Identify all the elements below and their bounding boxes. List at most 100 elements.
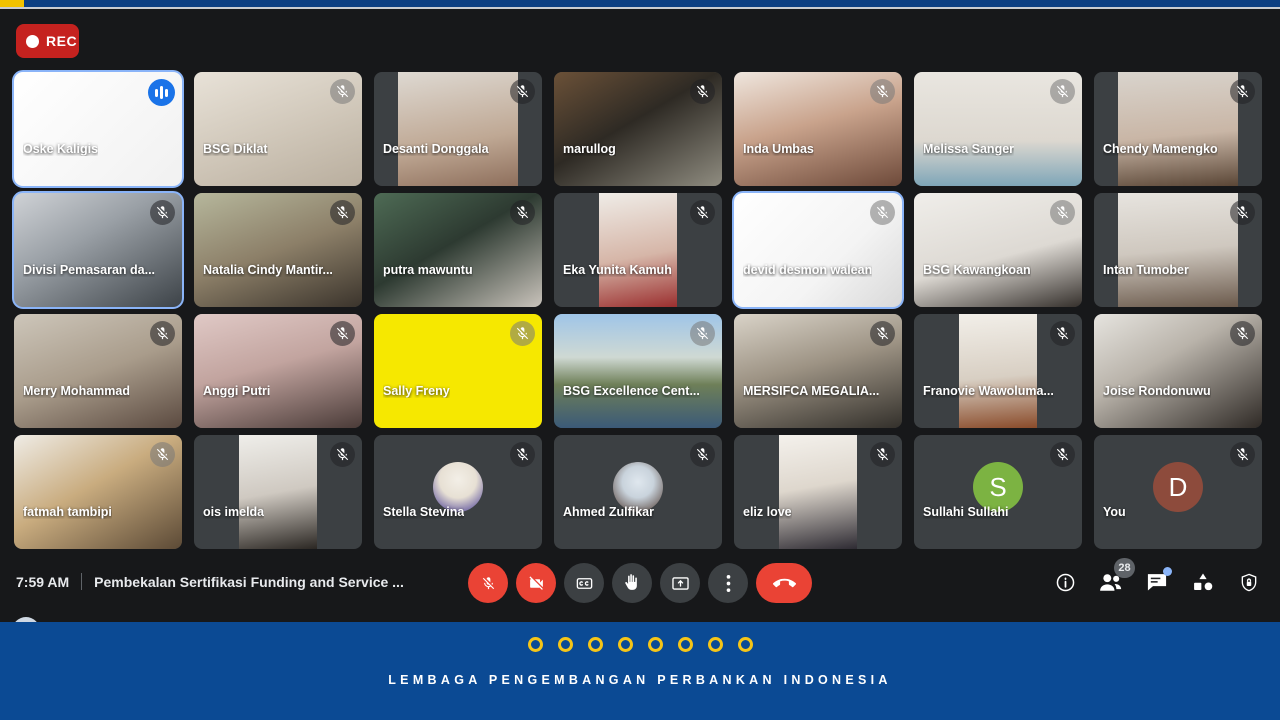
participant-tile[interactable]: putra mawuntu: [374, 193, 542, 307]
participant-tile[interactable]: Intan Tumober: [1094, 193, 1262, 307]
mic-off-icon: [870, 200, 895, 225]
microphone-off-button[interactable]: [468, 563, 508, 603]
mic-off-icon: [870, 79, 895, 104]
participant-name: Desanti Donggala: [383, 142, 489, 156]
participant-name: Joise Rondonuwu: [1103, 384, 1211, 398]
participant-tile[interactable]: Joise Rondonuwu: [1094, 314, 1262, 428]
banner-dot-icon: [707, 637, 723, 652]
participant-count-badge: 28: [1114, 558, 1135, 578]
captions-button[interactable]: [564, 563, 604, 603]
participant-video: [1117, 193, 1239, 307]
mic-off-icon: [690, 321, 715, 346]
participant-name: marullog: [563, 142, 616, 156]
progress-filled-segment: [0, 0, 24, 7]
meeting-details-button[interactable]: [1052, 569, 1078, 595]
participant-tile[interactable]: marullog: [554, 72, 722, 186]
participant-name: Franovie Wawoluma...: [923, 384, 1054, 398]
participant-name: Chendy Mamengko: [1103, 142, 1218, 156]
audio-activity-icon: [148, 79, 175, 106]
closed-caption-icon: [575, 574, 594, 593]
participant-tile[interactable]: D You: [1094, 435, 1262, 549]
participant-name: You: [1103, 505, 1126, 519]
leave-call-button[interactable]: [756, 563, 812, 603]
participant-tile[interactable]: MERSIFCA MEGALIA...: [734, 314, 902, 428]
banner-dot-icon: [557, 637, 573, 652]
mic-off-icon: [690, 79, 715, 104]
shield-lock-icon: [1239, 572, 1259, 593]
unread-dot-icon: [1163, 567, 1172, 576]
mic-off-icon: [1230, 321, 1255, 346]
participant-tile[interactable]: eliz love: [734, 435, 902, 549]
participant-tile[interactable]: Anggi Putri: [194, 314, 362, 428]
mic-off-icon: [1050, 79, 1075, 104]
participants-button[interactable]: 28: [1098, 558, 1135, 595]
camera-off-button[interactable]: [516, 563, 556, 603]
participant-name: Sally Freny: [383, 384, 450, 398]
mic-off-icon: [510, 442, 535, 467]
mic-off-icon: [330, 321, 355, 346]
banner-title: LEMBAGA PENGEMBANGAN PERBANKAN INDONESIA: [388, 673, 892, 687]
participant-name: devid desmon walean: [743, 263, 873, 277]
participant-name: Divisi Pemasaran da...: [23, 263, 156, 277]
participant-tile[interactable]: Chendy Mamengko: [1094, 72, 1262, 186]
panel-toggle-buttons: 28: [1052, 558, 1262, 595]
participant-name: Anggi Putri: [203, 384, 271, 398]
hangup-phone-icon: [772, 572, 796, 595]
meeting-title: Pembekalan Sertifikasi Funding and Servi…: [94, 573, 404, 590]
participant-tile[interactable]: Merry Mohammad: [14, 314, 182, 428]
raise-hand-button[interactable]: [612, 563, 652, 603]
present-screen-button[interactable]: [660, 563, 700, 603]
host-controls-button[interactable]: [1236, 569, 1262, 595]
mic-off-icon: [150, 442, 175, 467]
participant-tile[interactable]: devid desmon walean: [732, 191, 904, 309]
participant-tile[interactable]: Divisi Pemasaran da...: [12, 191, 184, 309]
mic-off-icon: [510, 200, 535, 225]
banner-dot-icon: [677, 637, 693, 652]
participant-tile[interactable]: ois imelda: [194, 435, 362, 549]
participant-tile[interactable]: fatmah tambipi: [14, 435, 182, 549]
activities-button[interactable]: [1190, 569, 1216, 595]
organization-banner: LEMBAGA PENGEMBANGAN PERBANKAN INDONESIA: [0, 622, 1280, 720]
participant-tile[interactable]: Melissa Sanger: [914, 72, 1082, 186]
banner-dot-icon: [737, 637, 753, 652]
participant-tile[interactable]: BSG Kawangkoan: [914, 193, 1082, 307]
banner-dot-icon: [647, 637, 663, 652]
mic-off-icon: [330, 79, 355, 104]
participant-tile[interactable]: Sally Freny: [374, 314, 542, 428]
mic-off-icon: [1050, 321, 1075, 346]
participant-tile[interactable]: Stella Stevina: [374, 435, 542, 549]
participant-name: Oske Kaligis: [23, 142, 99, 156]
participant-tile[interactable]: Natalia Cindy Mantir...: [194, 193, 362, 307]
mic-off-icon: [870, 321, 895, 346]
more-options-button[interactable]: [708, 563, 748, 603]
mic-off-icon: [330, 442, 355, 467]
raised-hand-icon: [623, 573, 642, 593]
participant-tile[interactable]: Ahmed Zulfikar: [554, 435, 722, 549]
participant-name: Inda Umbas: [743, 142, 814, 156]
info-icon: [1055, 572, 1076, 593]
meeting-meta: 7:59 AM Pembekalan Sertifikasi Funding a…: [16, 573, 404, 590]
mic-off-icon: [510, 79, 535, 104]
meet-screen: REC Oske Kaligis BSG Diklat Desanti Dongga…: [0, 0, 1280, 720]
participant-tile[interactable]: Inda Umbas: [734, 72, 902, 186]
participant-name: ois imelda: [203, 505, 265, 519]
chat-button[interactable]: [1144, 567, 1172, 595]
participant-name: fatmah tambipi: [23, 505, 112, 519]
meta-divider: [81, 573, 83, 590]
participant-tile[interactable]: S Sullahi Sullahi: [914, 435, 1082, 549]
participant-tile[interactable]: Oske Kaligis: [12, 70, 184, 188]
present-screen-icon: [671, 574, 690, 593]
presentation-progress-bar: [0, 0, 1280, 7]
participant-tile[interactable]: Desanti Donggala: [374, 72, 542, 186]
participant-tile[interactable]: Franovie Wawoluma...: [914, 314, 1082, 428]
participant-name: Ahmed Zulfikar: [563, 505, 654, 519]
mic-off-icon: [481, 576, 496, 591]
participant-video: [397, 72, 519, 186]
participant-tile[interactable]: BSG Excellence Cent...: [554, 314, 722, 428]
participant-tile[interactable]: BSG Diklat: [194, 72, 362, 186]
more-vertical-icon: [726, 574, 731, 593]
participant-name: Natalia Cindy Mantir...: [203, 263, 333, 277]
banner-dot-icon: [617, 637, 633, 652]
activities-shapes-icon: [1192, 572, 1214, 592]
participant-tile[interactable]: Eka Yunita Kamuh: [554, 193, 722, 307]
